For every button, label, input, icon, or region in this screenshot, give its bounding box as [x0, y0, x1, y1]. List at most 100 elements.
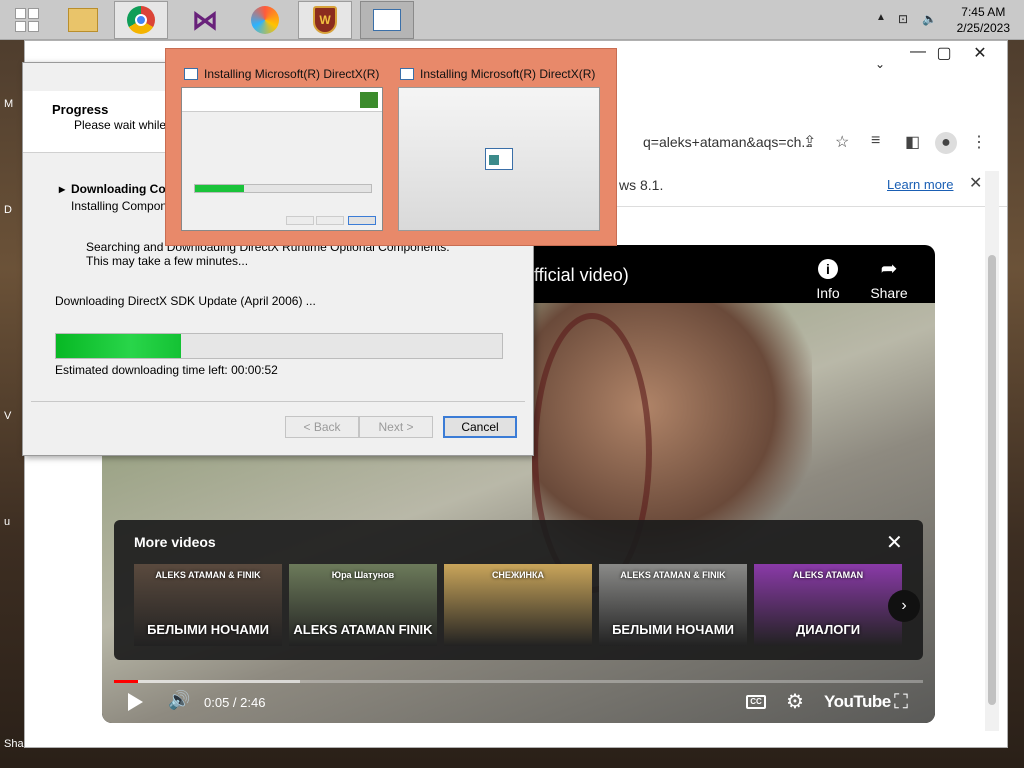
scrollbar-thumb[interactable] [988, 255, 996, 705]
share-page-icon[interactable]: ⇪ [803, 132, 816, 152]
file-explorer-button[interactable] [56, 1, 110, 39]
info-label: Info [816, 285, 840, 301]
share-arrow-icon: ➦ [880, 258, 898, 280]
preview-2-title[interactable]: Installing Microsoft(R) DirectX(R) [400, 67, 595, 81]
video-thumbnail[interactable]: ALEKS ATAMAN & FINIK БЕЛЫМИ НОЧАМИ [134, 564, 282, 646]
volume-icon[interactable]: 🔊 [168, 690, 190, 711]
installer-header-subtitle: Please wait while Setup completes the fo… [74, 118, 170, 132]
player-controls: 🔊 0:05 / 2:46 CC ⚙ YouTube ⛶ [102, 675, 935, 723]
chrome-taskbar-button[interactable] [114, 1, 168, 39]
download-status: Downloading DirectX SDK Update (April 20… [55, 294, 316, 308]
infobar-text: ws 8.1. [619, 177, 664, 193]
settings-gear-icon[interactable]: ⚙ [786, 689, 804, 714]
step-subheading: Installing Components [71, 199, 167, 213]
windows-logo-icon [15, 8, 39, 32]
back-button[interactable]: < Back [285, 416, 359, 438]
desktop-icon-label[interactable]: u [4, 516, 10, 528]
installer-app-icon [485, 148, 513, 170]
separator [31, 401, 525, 402]
thumbnail-caption: БЕЛЫМИ НОЧАМИ [147, 622, 269, 637]
tab-search-icon[interactable]: ⌄ [865, 57, 895, 71]
time-display: 0:05 / 2:46 [204, 695, 266, 710]
chrome-icon [127, 6, 155, 34]
taskbar-preview-popup: Installing Microsoft(R) DirectX(R) Insta… [165, 48, 617, 246]
installer-header-title: Progress [52, 102, 109, 117]
close-more-videos-icon[interactable]: ✕ [886, 530, 903, 555]
taskbar: ⋈ W ▲ ⊡ 🔈 7:45 AM 2/25/2023 [0, 0, 1024, 40]
visual-studio-icon: ⋈ [192, 4, 218, 35]
share-label: Share [870, 285, 908, 301]
bookmark-star-icon[interactable]: ☆ [835, 132, 849, 152]
clock-time: 7:45 AM [961, 5, 1006, 19]
play-icon[interactable] [128, 693, 143, 711]
thumbnail-top-text: ALEKS ATAMAN & FINIK [155, 570, 261, 580]
thumbnail-top-text: ALEKS ATAMAN & FINIK [620, 570, 726, 580]
video-thumbnail[interactable]: СНЕЖИНКА [444, 564, 592, 646]
start-button[interactable] [0, 1, 54, 39]
directx-logo-icon [360, 92, 378, 108]
preview-1-thumbnail[interactable] [181, 87, 383, 231]
side-panel-icon[interactable]: ◧ [905, 132, 920, 152]
seek-bar[interactable] [114, 680, 923, 683]
youtube-logo[interactable]: YouTube [824, 692, 891, 712]
network-icon[interactable]: ⊡ [898, 12, 908, 26]
mini-progress-bar [194, 184, 372, 193]
installer-app-icon [184, 68, 198, 80]
media-control-icon[interactable]: ≡ [871, 132, 880, 150]
desktop-icon-label[interactable]: M [4, 98, 13, 110]
next-thumbnails-chevron-icon[interactable]: › [888, 590, 920, 622]
shield-icon: W [313, 6, 337, 34]
eta-text: Estimated downloading time left: 00:00:5… [55, 363, 278, 377]
fullscreen-icon[interactable]: ⛶ [894, 691, 908, 714]
preview-2-title-text: Installing Microsoft(R) DirectX(R) [420, 67, 596, 81]
profile-avatar-icon[interactable]: ● [935, 132, 957, 154]
video-title[interactable]: fficial video) [534, 265, 629, 286]
desktop-icon-label[interactable]: D [4, 204, 12, 216]
clock-date: 2/25/2023 [956, 21, 1010, 35]
browser-2-button[interactable] [238, 1, 292, 39]
thumbnail-caption: ДИАЛОГИ [795, 622, 861, 637]
step-heading: Downloading Components [71, 182, 167, 196]
more-videos-panel: More videos ✕ ALEKS ATAMAN & FINIK БЕЛЫМИ… [114, 520, 923, 660]
preview-1-title-text: Installing Microsoft(R) DirectX(R) [204, 67, 380, 81]
desktop-icon-label[interactable]: V [4, 410, 11, 422]
tray-overflow-chevron-icon[interactable]: ▲ [876, 12, 886, 23]
address-bar-text[interactable]: q=aleks+ataman&aqs=ch... [643, 134, 813, 150]
seek-bar-played [114, 680, 139, 683]
close-window-button[interactable]: ✕ [965, 43, 995, 63]
page-scrollbar[interactable] [985, 171, 999, 731]
step-arrow-icon: ▸ [59, 182, 66, 196]
video-thumbnail[interactable]: ALEKS ATAMAN & FINIK БЕЛЫМИ НОЧАМИ [599, 564, 747, 646]
video-thumbnail[interactable]: Юра Шатунов ALEKS ATAMAN FINIK [289, 564, 437, 646]
mini-header [182, 88, 382, 112]
volume-tray-icon[interactable]: 🔈 [922, 12, 937, 26]
shield-app-button[interactable]: W [298, 1, 352, 39]
thumbnail-top-text: СНЕЖИНКА [491, 570, 545, 580]
thumbnail-caption: ALEKS ATAMAN FINIK [293, 622, 433, 637]
chrome-menu-icon[interactable]: ⋮ [971, 132, 987, 152]
clock[interactable]: 7:45 AM 2/25/2023 [957, 4, 1010, 36]
learn-more-link[interactable]: Learn more [887, 177, 953, 192]
cancel-button[interactable]: Cancel [443, 416, 517, 438]
video-thumbnail[interactable]: ALEKS ATAMAN ДИАЛОГИ [754, 564, 902, 646]
mini-progress-fill [195, 185, 245, 192]
icon-detail [489, 155, 499, 165]
next-button[interactable]: Next > [359, 416, 433, 438]
preview-2-thumbnail[interactable] [398, 87, 600, 231]
captions-icon[interactable]: CC [746, 695, 766, 709]
share-button[interactable]: ➦ Share [866, 259, 912, 301]
mini-cancel-button [348, 216, 376, 225]
download-progress-fill [56, 334, 181, 358]
infobar-close-icon[interactable]: ✕ [969, 173, 982, 193]
installer-taskbar-button[interactable] [360, 1, 414, 39]
folder-icon [68, 8, 98, 32]
maximize-button[interactable]: ▢ [929, 43, 959, 63]
more-videos-title: More videos [134, 534, 216, 550]
info-button[interactable]: i Info [808, 259, 848, 301]
thumbnail-top-text: Юра Шатунов [331, 570, 395, 580]
info-icon: i [818, 259, 838, 279]
download-progress-bar [55, 333, 503, 359]
visual-studio-button[interactable]: ⋈ [178, 1, 232, 39]
preview-1-title[interactable]: Installing Microsoft(R) DirectX(R) [184, 67, 379, 81]
browser-icon [251, 6, 279, 34]
